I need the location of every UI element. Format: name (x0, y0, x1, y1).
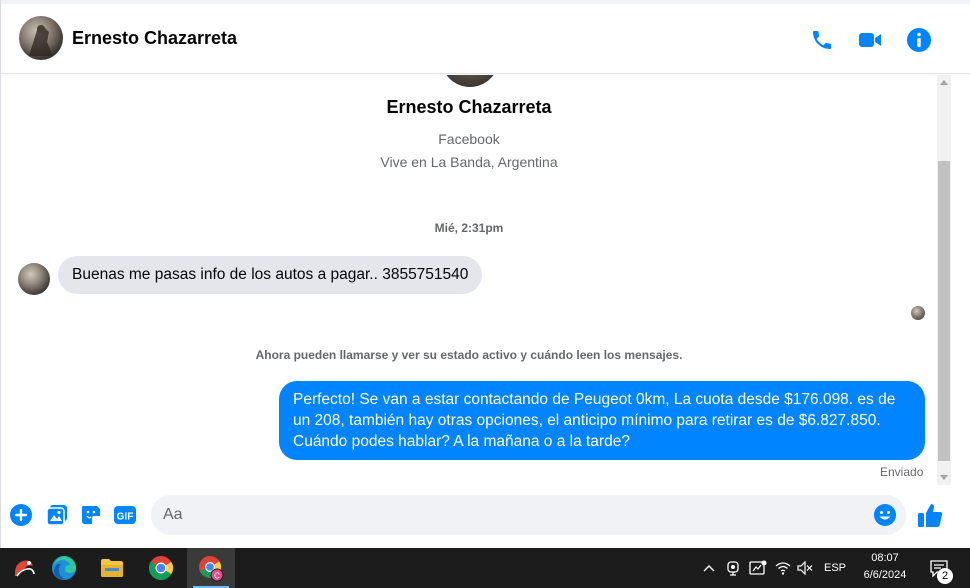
activity-notice: Ahora pueden llamarse y ver su estado ac… (255, 348, 683, 362)
sender-avatar[interactable] (18, 263, 50, 295)
screen-capture-icon (749, 560, 767, 575)
image-icon (46, 505, 67, 526)
folder-icon (101, 559, 123, 577)
profile-source: Facebook (438, 131, 500, 147)
show-hidden-icons-button[interactable] (698, 548, 720, 588)
gif-label: GIF (117, 512, 134, 523)
gif-button[interactable]: GIF (113, 503, 137, 527)
attach-photo-button[interactable] (45, 503, 69, 527)
notification-count-badge: 2 (937, 568, 953, 584)
wifi-icon (775, 562, 791, 575)
svg-text:C: C (214, 572, 220, 581)
webcam-icon (727, 561, 739, 576)
info-icon (907, 28, 931, 52)
scroll-down-arrow[interactable] (937, 471, 951, 485)
taskbar-chrome-profile-active[interactable]: C (187, 548, 235, 588)
message-status: Enviado (880, 465, 924, 479)
video-camera-icon (859, 33, 881, 47)
emoji-icon[interactable] (873, 503, 897, 527)
message-timestamp: Mié, 2:31pm (434, 221, 504, 235)
chevron-up-icon (703, 565, 715, 572)
windows-taskbar: C ESP 08:07 6/6/2024 (0, 548, 970, 588)
taskbar-edge[interactable] (40, 548, 88, 588)
tray-capture[interactable] (747, 548, 769, 588)
scrollbar[interactable] (937, 75, 951, 485)
tray-volume[interactable] (794, 548, 816, 588)
conversation-info-button[interactable] (905, 26, 933, 54)
tray-language[interactable]: ESP (820, 548, 850, 588)
video-call-button[interactable] (856, 26, 884, 54)
plus-circle-icon (10, 504, 32, 526)
profile-avatar-large (441, 75, 499, 87)
chat-header: Ernesto Chazarreta (1, 4, 970, 74)
sticker-button[interactable] (79, 503, 103, 527)
thumbs-up-icon[interactable] (916, 501, 944, 529)
messenger-window: Ernesto Chazarreta Ernesto Chazarreta Fa… (0, 0, 970, 548)
clock-time: 08:07 (871, 552, 899, 564)
edge-icon (52, 556, 76, 580)
profile-location: Vive en La Banda, Argentina (380, 154, 558, 170)
scroll-up-arrow[interactable] (937, 75, 951, 89)
message-input-container[interactable] (151, 495, 906, 535)
scrollbar-thumb[interactable] (938, 161, 950, 461)
voice-call-button[interactable] (808, 26, 836, 54)
chrome-icon (149, 556, 174, 580)
contact-name[interactable]: Ernesto Chazarreta (72, 28, 237, 49)
profile-name: Ernesto Chazarreta (386, 97, 552, 117)
message-input[interactable] (163, 495, 863, 535)
taskbar-chrome[interactable] (137, 548, 185, 588)
chrome-profile-icon: C (199, 556, 224, 582)
sticker-icon (82, 506, 100, 524)
gif-icon: GIF (114, 506, 136, 524)
read-receipt-avatar (911, 306, 925, 320)
taskbar-file-explorer[interactable] (88, 548, 136, 588)
incoming-message-bubble[interactable]: Buenas me pasas info de los autos a paga… (58, 256, 483, 294)
taskbar-clock[interactable]: 08:07 6/6/2024 (856, 550, 914, 584)
message-composer: GIF (1, 486, 970, 546)
volume-muted-icon (797, 561, 813, 575)
app-logo-icon (14, 560, 35, 577)
contact-avatar[interactable] (19, 16, 63, 60)
phone-icon (813, 31, 831, 49)
clock-date: 6/6/2024 (863, 569, 907, 581)
tray-meet-now[interactable] (723, 548, 743, 588)
tray-network[interactable] (772, 548, 794, 588)
message-list[interactable]: Ernesto Chazarreta Facebook Vive en La B… (1, 75, 937, 485)
more-actions-button[interactable] (9, 503, 33, 527)
outgoing-message-bubble[interactable]: Perfecto! Se van a estar contactando de … (279, 381, 925, 460)
